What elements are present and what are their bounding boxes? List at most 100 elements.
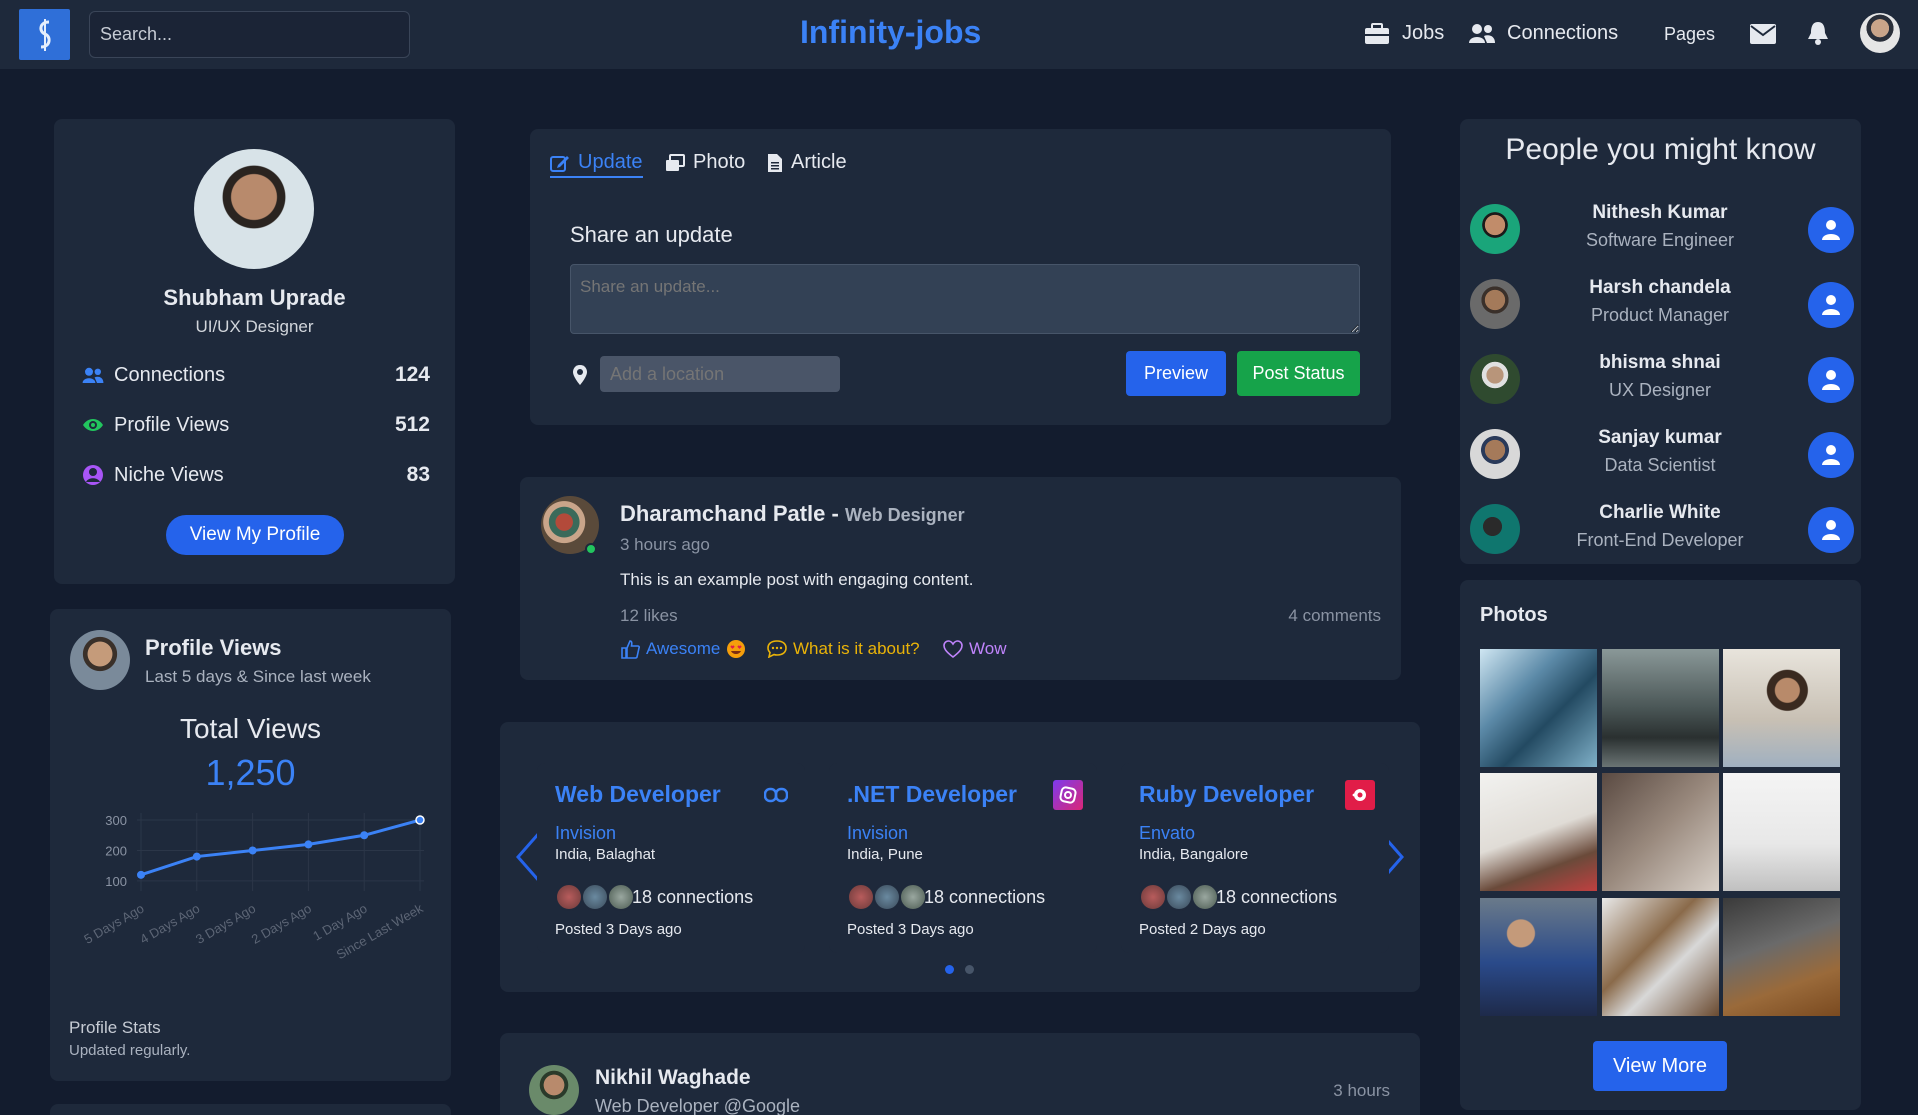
- view-more-button[interactable]: View More: [1593, 1041, 1727, 1091]
- react-what-is-it-about[interactable]: What is it about?: [767, 639, 920, 659]
- photo-thumbnail[interactable]: [1602, 898, 1719, 1016]
- profile-name: Shubham Uprade: [163, 285, 346, 310]
- stat-profile-views[interactable]: Profile Views 512: [82, 413, 430, 437]
- photo-thumbnail[interactable]: [1480, 898, 1597, 1016]
- user-avatar[interactable]: [1860, 13, 1900, 53]
- person-item[interactable]: Charlie White Front-End Developer: [1470, 500, 1854, 556]
- person-item[interactable]: bhisma shnai UX Designer: [1470, 350, 1854, 406]
- search-input[interactable]: [89, 11, 410, 58]
- post-author[interactable]: Dharamchand Patle - Web Designer: [620, 501, 965, 527]
- bell-icon[interactable]: [1807, 21, 1829, 46]
- job-title[interactable]: Ruby Developer: [1139, 781, 1314, 808]
- photo-thumbnail[interactable]: [1602, 773, 1719, 891]
- person-avatar[interactable]: [1470, 429, 1520, 479]
- person-name[interactable]: Harsh chandela: [1530, 277, 1790, 299]
- views-subtitle: Last 5 days & Since last week: [145, 667, 371, 686]
- tab-photo[interactable]: Photo: [665, 151, 745, 174]
- profile-avatar[interactable]: [194, 149, 314, 269]
- stat-connections[interactable]: Connections 124: [82, 363, 430, 387]
- post-text: This is an example post with engaging co…: [620, 570, 974, 589]
- nav-connections[interactable]: Connections: [1469, 22, 1618, 45]
- link-icon: [761, 780, 791, 810]
- post2-author[interactable]: Nikhil Waghade: [595, 1066, 751, 1090]
- post-comments[interactable]: 4 comments: [1288, 606, 1381, 626]
- person-item[interactable]: Sanjay kumar Data Scientist: [1470, 425, 1854, 481]
- post2-avatar[interactable]: [529, 1065, 579, 1115]
- stat-value: 83: [406, 463, 430, 486]
- users-icon: [1469, 23, 1495, 43]
- job-card[interactable]: Web Developer Invision India, Balaghat 1…: [537, 763, 805, 953]
- tab-article[interactable]: Article: [767, 151, 847, 174]
- people-title: People you might know: [1505, 133, 1816, 166]
- person-role: UX Designer: [1608, 380, 1712, 400]
- add-connection-button[interactable]: [1808, 432, 1854, 478]
- location-input[interactable]: [600, 356, 840, 392]
- job-company[interactable]: Invision: [555, 823, 616, 844]
- job-company[interactable]: Envato: [1139, 823, 1195, 844]
- post2-time: 3 hours: [1333, 1081, 1390, 1100]
- photo-thumbnail[interactable]: [1480, 773, 1597, 891]
- photo-thumbnail[interactable]: [1723, 649, 1840, 767]
- job-title[interactable]: .NET Developer: [847, 781, 1017, 808]
- update-textarea[interactable]: [570, 264, 1360, 334]
- person-name[interactable]: bhisma shnai: [1530, 352, 1790, 374]
- composer-heading: Share an update: [570, 222, 733, 247]
- tab-update[interactable]: Update: [550, 151, 643, 178]
- add-connection-button[interactable]: [1808, 357, 1854, 403]
- photo-thumbnail[interactable]: [1480, 649, 1597, 767]
- person-avatar[interactable]: [1470, 354, 1520, 404]
- job-card[interactable]: Ruby Developer Envato India, Bangalore 1…: [1121, 763, 1389, 953]
- connection-avatars: [555, 883, 637, 911]
- nav-jobs[interactable]: Jobs: [1364, 22, 1444, 45]
- person-name[interactable]: Sanjay kumar: [1530, 427, 1790, 449]
- person-item[interactable]: Harsh chandela Product Manager: [1470, 275, 1854, 331]
- job-card[interactable]: .NET Developer Invision India, Pune 18 c…: [829, 763, 1097, 953]
- nav-pages[interactable]: Pages: [1664, 24, 1715, 45]
- react-awesome[interactable]: Awesome: [620, 639, 746, 659]
- add-connection-button[interactable]: [1808, 207, 1854, 253]
- person-name[interactable]: Charlie White: [1530, 502, 1790, 524]
- tab-label: Article: [791, 151, 847, 173]
- users-icon: [82, 367, 104, 383]
- online-indicator: [585, 543, 597, 555]
- job-title[interactable]: Web Developer: [555, 781, 721, 808]
- person-avatar[interactable]: [1470, 204, 1520, 254]
- logo-icon: [38, 18, 51, 51]
- total-views-value: 1,250: [205, 752, 296, 793]
- carousel-dot-active[interactable]: [945, 965, 954, 974]
- view-profile-button[interactable]: View My Profile: [166, 515, 344, 555]
- post2-role: Web Developer @Google: [595, 1096, 801, 1115]
- job-posted: Posted 3 Days ago: [555, 921, 682, 938]
- connection-avatars: [847, 883, 929, 911]
- data-point: [137, 870, 145, 879]
- add-connection-button[interactable]: [1808, 282, 1854, 328]
- post-card: Dharamchand Patle - Web Designer 3 hours…: [520, 477, 1401, 680]
- stat-niche-views[interactable]: Niche Views 83: [82, 463, 430, 487]
- tab-label: Update: [578, 151, 643, 173]
- person-role: Product Manager: [1590, 305, 1730, 325]
- add-connection-button[interactable]: [1808, 507, 1854, 553]
- person-item[interactable]: Nithesh Kumar Software Engineer: [1470, 200, 1854, 256]
- job-company[interactable]: Invision: [847, 823, 908, 844]
- react-wow[interactable]: Wow: [943, 639, 1006, 659]
- post-status-button[interactable]: Post Status: [1237, 351, 1360, 396]
- person-role: Data Scientist: [1604, 455, 1716, 475]
- user-icon: [1822, 370, 1840, 390]
- thumbs-up-icon: [621, 640, 640, 659]
- person-avatar[interactable]: [1470, 279, 1520, 329]
- photo-thumbnail[interactable]: [1723, 898, 1840, 1016]
- navbar: Infinity-jobs Jobs Connections Pages: [0, 0, 1918, 69]
- photo-thumbnail[interactable]: [1723, 773, 1840, 891]
- preview-button[interactable]: Preview: [1126, 351, 1226, 396]
- post-likes[interactable]: 12 likes: [620, 606, 678, 626]
- carousel-dot[interactable]: [965, 965, 974, 974]
- person-avatar[interactable]: [1470, 504, 1520, 554]
- profile-card: Shubham Uprade UI/UX Designer Connection…: [54, 119, 455, 584]
- person-name[interactable]: Nithesh Kumar: [1530, 202, 1790, 224]
- star-eyes-emoji-icon: [727, 640, 746, 658]
- x-tick-label: 2 Days Ago: [249, 901, 314, 947]
- envelope-icon[interactable]: [1750, 24, 1776, 44]
- logo[interactable]: [19, 9, 70, 60]
- photo-thumbnail[interactable]: [1602, 649, 1719, 767]
- photo-icon: [666, 153, 685, 171]
